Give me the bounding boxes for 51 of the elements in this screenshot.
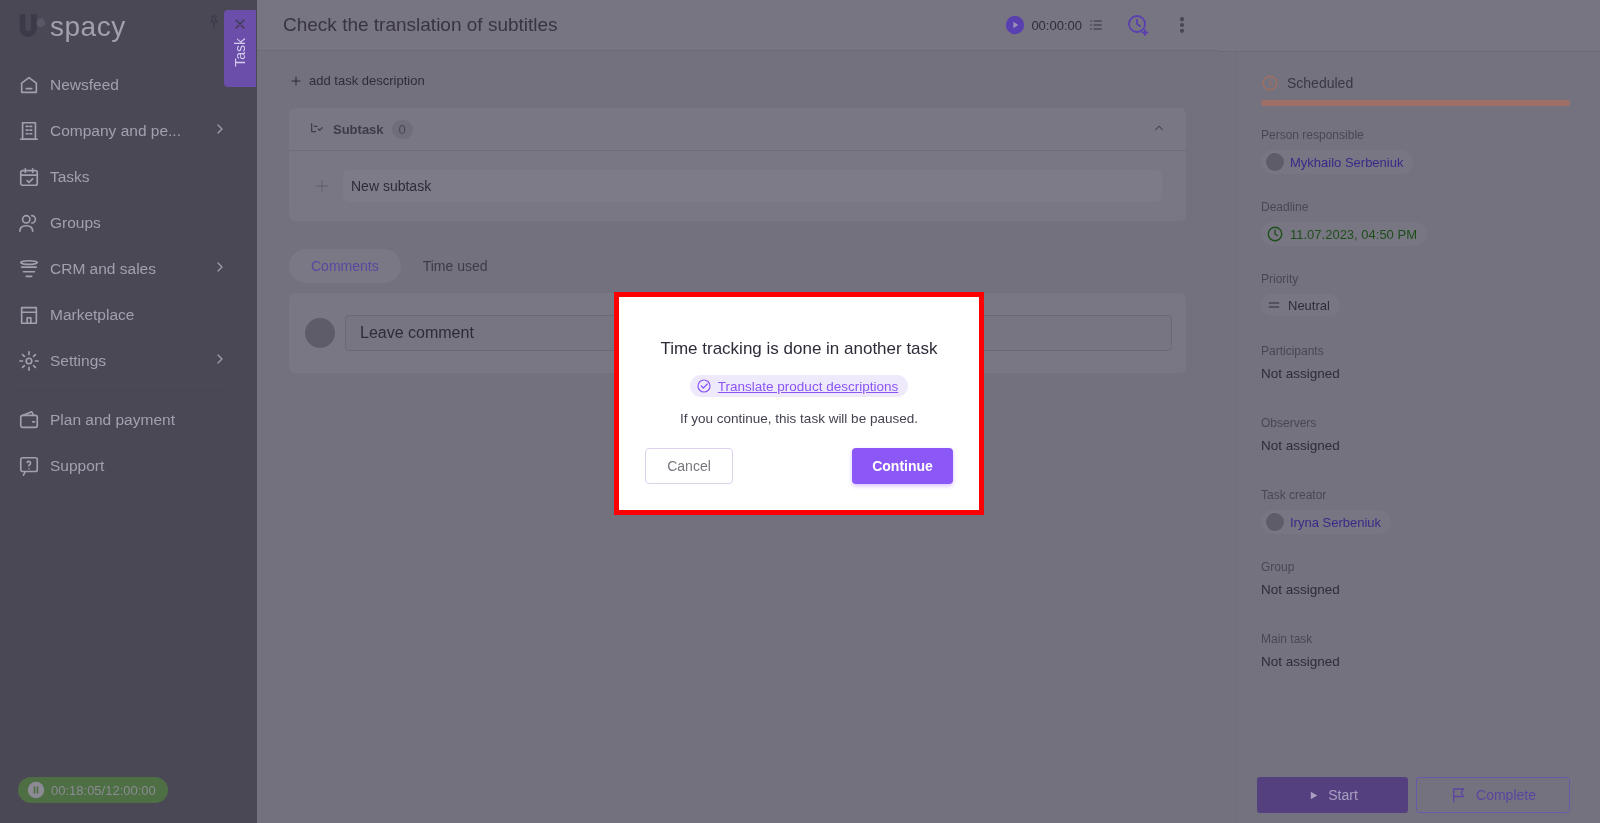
store-icon [18,304,40,326]
logo-text: spacy [50,11,126,43]
avatar [1266,153,1284,171]
field-value[interactable]: Not assigned [1261,582,1340,597]
task-tab-label: Task [232,38,248,67]
list-icon [1088,17,1104,33]
plus-icon [289,73,303,88]
funnel-icon [18,258,40,280]
start-button[interactable]: Start [1257,777,1409,813]
building-icon [18,120,40,142]
nav-item[interactable]: Groups [18,200,228,246]
person-chip[interactable]: Iryna Serbeniuk [1261,510,1392,534]
avatar [1266,513,1284,531]
nav-item[interactable]: Settings [18,338,228,384]
subtask-label: Subtask [333,121,384,137]
timer-text: 00:18:05/12:00:00 [51,782,156,798]
task-side-tab[interactable]: Task [224,10,256,87]
nav-item[interactable]: Company and pe... [18,108,228,154]
priority-chip[interactable]: Neutral [1261,294,1340,316]
calendar-check-icon [18,166,40,188]
field-value[interactable]: Not assigned [1261,366,1340,381]
task-timer[interactable]: 00:00:00 [1005,15,1104,35]
status-label: Scheduled [1287,75,1354,91]
nav-item[interactable]: Plan and payment [18,397,228,443]
deadline-chip[interactable]: 11.07.2023, 04:50 PM [1261,222,1427,246]
clock-add-icon[interactable] [1126,13,1150,37]
home-icon [18,74,40,96]
person-chip[interactable]: Mykhailo Serbeniuk [1261,150,1414,174]
new-subtask-field[interactable]: New subtask [343,170,1162,202]
continue-button[interactable]: Continue [852,448,953,484]
dialog-message: If you continue, this task will be paused. [680,411,918,426]
wallet-icon [18,409,40,431]
nav-item[interactable]: Support [18,443,228,489]
nav-item[interactable]: Marketplace [18,292,228,338]
task-title: Check the translation of subtitles [283,14,559,36]
avatar [305,318,335,348]
cancel-button[interactable]: Cancel [645,448,733,484]
field-value[interactable]: Not assigned [1261,654,1340,669]
add-description-link[interactable]: add task description [289,73,425,88]
play-icon [1005,15,1026,35]
help-icon [18,455,40,477]
pause-icon [27,781,45,799]
field-value[interactable]: Not assigned [1261,438,1340,453]
clock-icon [1261,74,1279,92]
task-chip[interactable]: Translate product descriptions [689,375,909,397]
nav-item[interactable]: Tasks [18,154,228,200]
clock-icon [1266,225,1284,243]
nav-item[interactable]: CRM and sales [18,246,228,292]
task-link[interactable]: Translate product descriptions [717,378,899,394]
check-circle-icon [695,378,712,394]
dialog-title: Time tracking is done in another task [660,339,938,359]
